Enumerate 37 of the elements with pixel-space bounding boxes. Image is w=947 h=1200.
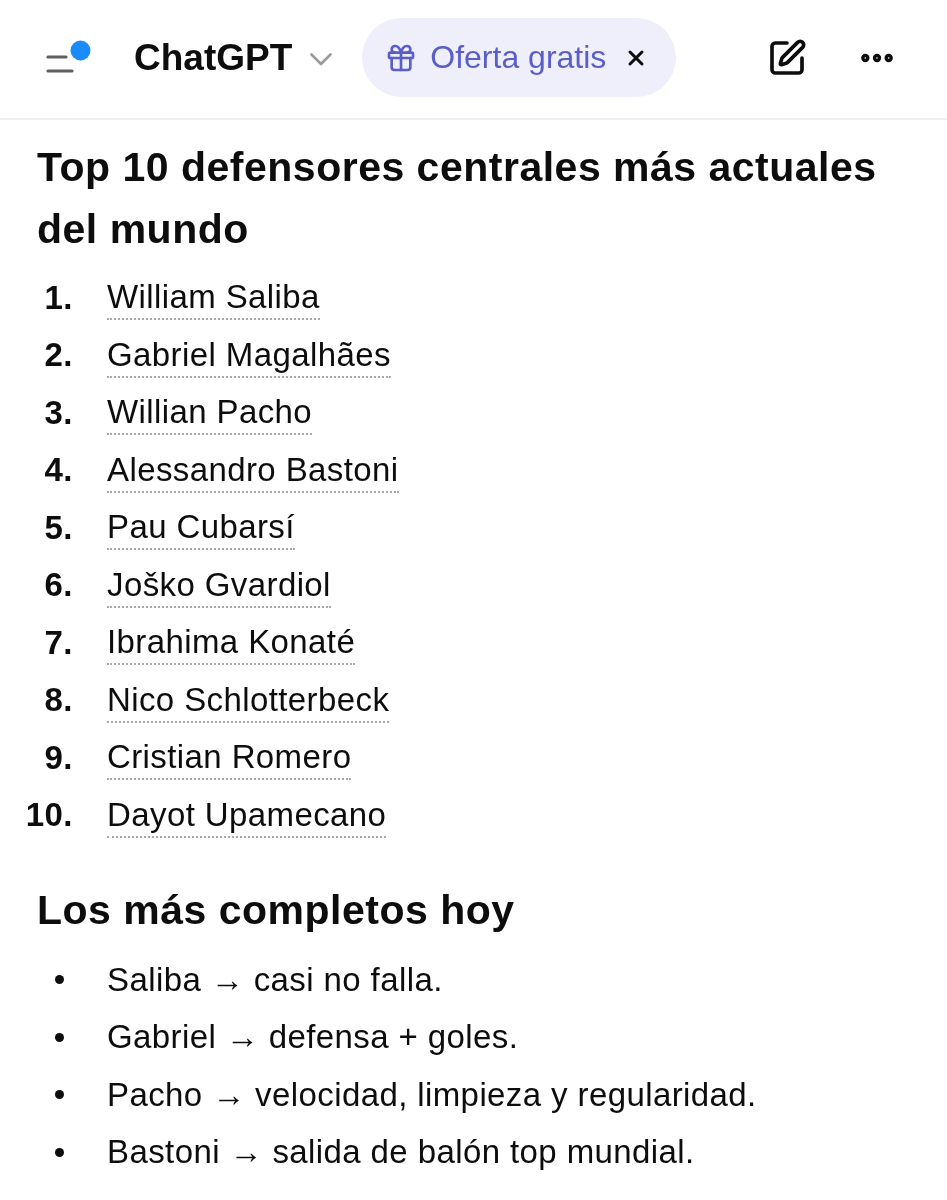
section-heading: Top 10 defensores centrales más actuales del mundo [37,143,878,254]
player-link[interactable]: Gabriel Magalhães [107,332,391,378]
list-item-text: Pacho → velocidad, limpieza y regularidad. [107,1075,757,1114]
notification-dot-icon [70,40,91,60]
player-link[interactable]: Dayot Upamecano [107,792,387,838]
edit-icon[interactable] [767,37,807,78]
list-number: 1. [44,279,73,316]
list-number: 8. [44,682,73,719]
list-item-text: Saliba → casi no falla. [107,960,443,999]
list-number: 5. [44,509,73,546]
bullet-icon [55,1090,64,1100]
list-number: 6. [44,567,73,604]
list-number: 2. [44,337,73,374]
bullet-icon [55,975,64,985]
list-number: 4. [44,452,73,489]
list-number: 10. [25,797,73,834]
bullet-icon [55,1147,64,1157]
list-number: 3. [44,394,73,431]
chevron-down-icon [310,53,333,66]
list-number: 9. [44,739,73,776]
player-link[interactable]: William Saliba [107,275,320,321]
player-link[interactable]: Joško Gvardiol [107,562,331,608]
section-heading: Los más completos hoy [37,886,516,935]
player-link[interactable]: Alessandro Bastoni [107,447,399,493]
list-item-text: Bastoni → salida de balón top mundial. [107,1133,695,1172]
offer-pill[interactable]: Oferta gratis [362,18,677,97]
offer-label: Oferta gratis [430,39,607,76]
player-link[interactable]: Ibrahima Konaté [107,620,356,666]
player-link[interactable]: Cristian Romero [107,735,352,781]
player-link[interactable]: Pau Cubarsí [107,505,295,551]
list-item-text: Gabriel → defensa + goles. [107,1018,519,1057]
list-number: 7. [44,624,73,661]
menu-icon[interactable] [46,39,91,76]
player-link[interactable]: Nico Schlotterbeck [107,677,390,723]
player-link[interactable]: Willian Pacho [107,390,313,436]
model-selector-button[interactable]: ChatGPT [134,32,333,83]
bullet-icon [55,1032,64,1042]
